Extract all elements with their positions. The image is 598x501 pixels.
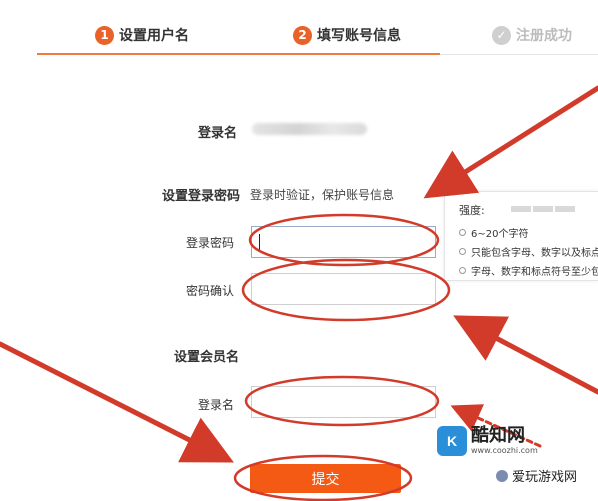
strength-bar-1	[511, 206, 531, 212]
password-label: 登录密码	[186, 236, 235, 250]
radio-dot-icon	[459, 248, 466, 255]
step-account-info: 2 填写账号信息	[293, 24, 401, 46]
member-login-label: 登录名	[198, 398, 235, 412]
member-login-input[interactable]	[251, 386, 436, 418]
secondary-watermark: 爱玩游戏网	[496, 466, 577, 485]
watermark-site-url: www.coozhi.com	[471, 446, 538, 455]
strength-label: 强度:	[459, 204, 485, 217]
password-section-title: 设置登录密码	[162, 189, 241, 204]
strength-bar-2	[533, 206, 553, 212]
password-section-tip: 登录时验证，保护账号信息	[250, 188, 395, 202]
coozhi-watermark: K 酷知网 www.coozhi.com	[437, 426, 538, 456]
password-input[interactable]	[251, 226, 436, 258]
strength-rule: 6~20个字符	[459, 225, 528, 240]
radio-dot-icon	[459, 229, 466, 236]
step-label-3: 注册成功	[516, 28, 572, 44]
radio-dot-icon	[459, 267, 466, 274]
strength-rule-text: 字母、数字和标点符号至少包	[471, 267, 598, 278]
password-confirm-label: 密码确认	[186, 284, 235, 298]
step-number-2: 2	[293, 25, 312, 45]
strength-rule-text: 只能包含字母、数字以及标点	[471, 248, 598, 259]
watermark-site-name: 酷知网	[471, 425, 525, 446]
step-progress-track	[440, 54, 598, 55]
registration-steps: 1 设置用户名 2 填写账号信息 ✓ 注册成功	[0, 0, 598, 56]
strength-rule: 只能包含字母、数字以及标点	[459, 244, 598, 259]
member-section-title: 设置会员名	[174, 350, 240, 365]
step-number-1: 1	[95, 25, 114, 45]
annotation-arrow	[423, 85, 598, 199]
step-label-2: 填写账号信息	[317, 28, 401, 44]
secondary-watermark-name: 爱玩游戏网	[512, 470, 578, 485]
coozhi-logo-icon: K	[437, 426, 467, 456]
strength-bar-3	[555, 206, 575, 212]
blurred-username-value	[252, 123, 367, 135]
step-label-1: 设置用户名	[119, 28, 189, 44]
checkmark-icon: ✓	[492, 25, 511, 45]
password-confirm-input[interactable]	[251, 273, 436, 305]
annotation-arrow	[453, 315, 598, 395]
submit-button[interactable]: 提交	[250, 464, 401, 493]
username-label: 登录名	[198, 126, 238, 141]
text-caret	[259, 234, 260, 250]
strength-rule-text: 6~20个字符	[471, 229, 529, 240]
password-strength-panel: 强度: 6~20个字符 只能包含字母、数字以及标点 字母、数字和标点符号至少包	[444, 191, 598, 281]
step-success: ✓ 注册成功	[492, 24, 572, 46]
secondary-logo-icon	[496, 469, 508, 482]
strength-rule: 字母、数字和标点符号至少包	[459, 263, 598, 278]
step-set-username: 1 设置用户名	[95, 24, 189, 46]
step-progress-line	[37, 53, 440, 55]
